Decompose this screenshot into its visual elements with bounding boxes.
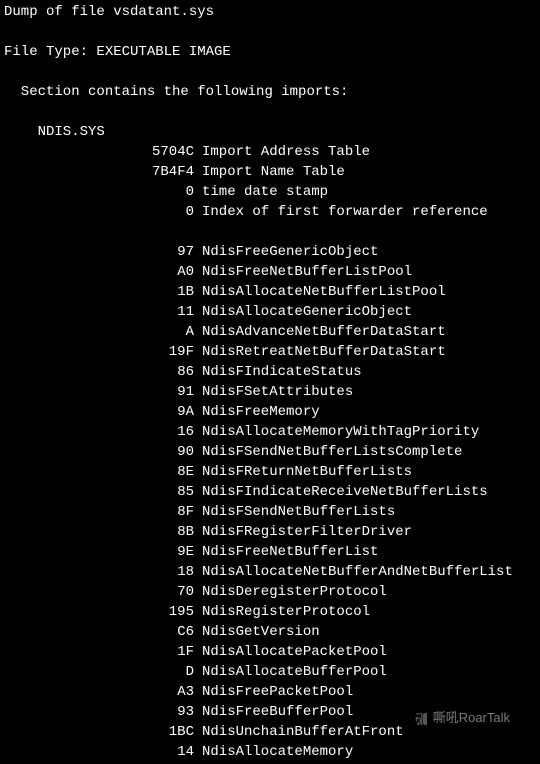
import-row: 11NdisAllocateGenericObject — [4, 302, 540, 322]
import-ordinal: 90 — [4, 442, 194, 462]
import-ordinal: 8F — [4, 502, 194, 522]
meta-addr: 0 — [4, 202, 194, 222]
import-name: NdisFSendNetBufferListsComplete — [194, 442, 462, 462]
import-row: 90NdisFSendNetBufferListsComplete — [4, 442, 540, 462]
import-row: 1BNdisAllocateNetBufferListPool — [4, 282, 540, 302]
meta-label: Index of first forwarder reference — [194, 202, 488, 222]
import-row: A3NdisFreePacketPool — [4, 682, 540, 702]
meta-addr: 0 — [4, 182, 194, 202]
import-row: 70NdisDeregisterProtocol — [4, 582, 540, 602]
import-name: NdisAllocateMemory — [194, 742, 353, 762]
import-name: NdisRetreatNetBufferDataStart — [194, 342, 446, 362]
dump-header: Dump of file vsdatant.sys — [4, 2, 540, 22]
terminal-output: Dump of file vsdatant.sys File Type: EXE… — [4, 2, 540, 762]
import-ordinal: 1B — [4, 282, 194, 302]
import-row: 16NdisAllocateMemoryWithTagPriority — [4, 422, 540, 442]
import-name: NdisFReturnNetBufferLists — [194, 462, 412, 482]
import-ordinal: 85 — [4, 482, 194, 502]
file-type: File Type: EXECUTABLE IMAGE — [4, 42, 540, 62]
module-name: NDIS.SYS — [4, 122, 540, 142]
import-ordinal: 11 — [4, 302, 194, 322]
import-row: 8BNdisFRegisterFilterDriver — [4, 522, 540, 542]
zhihu-icon — [413, 711, 429, 727]
import-ordinal: 1BC — [4, 722, 194, 742]
meta-row: 5704CImport Address Table — [4, 142, 540, 162]
import-name: NdisAllocateNetBufferAndNetBufferList — [194, 562, 513, 582]
meta-addr: 7B4F4 — [4, 162, 194, 182]
meta-label: Import Name Table — [194, 162, 345, 182]
import-name: NdisFreeMemory — [194, 402, 320, 422]
import-ordinal: 195 — [4, 602, 194, 622]
import-row: 91NdisFSetAttributes — [4, 382, 540, 402]
import-ordinal: 18 — [4, 562, 194, 582]
meta-row: 7B4F4Import Name Table — [4, 162, 540, 182]
import-row: 14NdisAllocateMemory — [4, 742, 540, 762]
import-name: NdisAllocateGenericObject — [194, 302, 412, 322]
import-ordinal: 19F — [4, 342, 194, 362]
meta-row: 0Index of first forwarder reference — [4, 202, 540, 222]
import-name: NdisFreePacketPool — [194, 682, 353, 702]
import-name: NdisAllocatePacketPool — [194, 642, 387, 662]
import-name: NdisFSetAttributes — [194, 382, 353, 402]
meta-row: 0time date stamp — [4, 182, 540, 202]
import-row: 195NdisRegisterProtocol — [4, 602, 540, 622]
import-row: 19FNdisRetreatNetBufferDataStart — [4, 342, 540, 362]
import-ordinal: 8B — [4, 522, 194, 542]
import-ordinal: 1F — [4, 642, 194, 662]
import-name: NdisUnchainBufferAtFront — [194, 722, 404, 742]
import-name: NdisFSendNetBufferLists — [194, 502, 395, 522]
import-name: NdisRegisterProtocol — [194, 602, 370, 622]
import-ordinal: 9E — [4, 542, 194, 562]
import-ordinal: 97 — [4, 242, 194, 262]
import-row: 9ANdisFreeMemory — [4, 402, 540, 422]
import-ordinal: 70 — [4, 582, 194, 602]
import-row: A0NdisFreeNetBufferListPool — [4, 262, 540, 282]
import-ordinal: 8E — [4, 462, 194, 482]
import-name: NdisAllocateBufferPool — [194, 662, 387, 682]
import-ordinal: 86 — [4, 362, 194, 382]
import-row: DNdisAllocateBufferPool — [4, 662, 540, 682]
meta-addr: 5704C — [4, 142, 194, 162]
import-name: NdisGetVersion — [194, 622, 320, 642]
import-ordinal: C6 — [4, 622, 194, 642]
watermark: 嘶吼RoarTalk — [413, 708, 510, 728]
import-ordinal: 9A — [4, 402, 194, 422]
import-name: NdisFIndicateReceiveNetBufferLists — [194, 482, 488, 502]
import-row: 9ENdisFreeNetBufferList — [4, 542, 540, 562]
import-row: 97NdisFreeGenericObject — [4, 242, 540, 262]
import-name: NdisFreeNetBufferListPool — [194, 262, 412, 282]
import-row: 8ENdisFReturnNetBufferLists — [4, 462, 540, 482]
import-name: NdisFreeGenericObject — [194, 242, 378, 262]
import-ordinal: A — [4, 322, 194, 342]
import-row: 86NdisFIndicateStatus — [4, 362, 540, 382]
import-ordinal: 14 — [4, 742, 194, 762]
import-row: 85NdisFIndicateReceiveNetBufferLists — [4, 482, 540, 502]
import-row: 1FNdisAllocatePacketPool — [4, 642, 540, 662]
import-name: NdisAdvanceNetBufferDataStart — [194, 322, 446, 342]
import-name: NdisAllocateMemoryWithTagPriority — [194, 422, 479, 442]
import-ordinal: 93 — [4, 702, 194, 722]
import-ordinal: 91 — [4, 382, 194, 402]
section-header: Section contains the following imports: — [4, 82, 540, 102]
import-name: NdisFreeBufferPool — [194, 702, 353, 722]
import-name: NdisFRegisterFilterDriver — [194, 522, 412, 542]
import-ordinal: A0 — [4, 262, 194, 282]
import-ordinal: A3 — [4, 682, 194, 702]
import-row: ANdisAdvanceNetBufferDataStart — [4, 322, 540, 342]
import-row: 18NdisAllocateNetBufferAndNetBufferList — [4, 562, 540, 582]
meta-label: time date stamp — [194, 182, 328, 202]
imports-list: 97NdisFreeGenericObjectA0NdisFreeNetBuff… — [4, 242, 540, 762]
meta-label: Import Address Table — [194, 142, 370, 162]
import-ordinal: 16 — [4, 422, 194, 442]
import-name: NdisFIndicateStatus — [194, 362, 362, 382]
import-row: C6NdisGetVersion — [4, 622, 540, 642]
import-name: NdisDeregisterProtocol — [194, 582, 387, 602]
import-name: NdisFreeNetBufferList — [194, 542, 378, 562]
import-row: 8FNdisFSendNetBufferLists — [4, 502, 540, 522]
import-name: NdisAllocateNetBufferListPool — [194, 282, 446, 302]
import-ordinal: D — [4, 662, 194, 682]
